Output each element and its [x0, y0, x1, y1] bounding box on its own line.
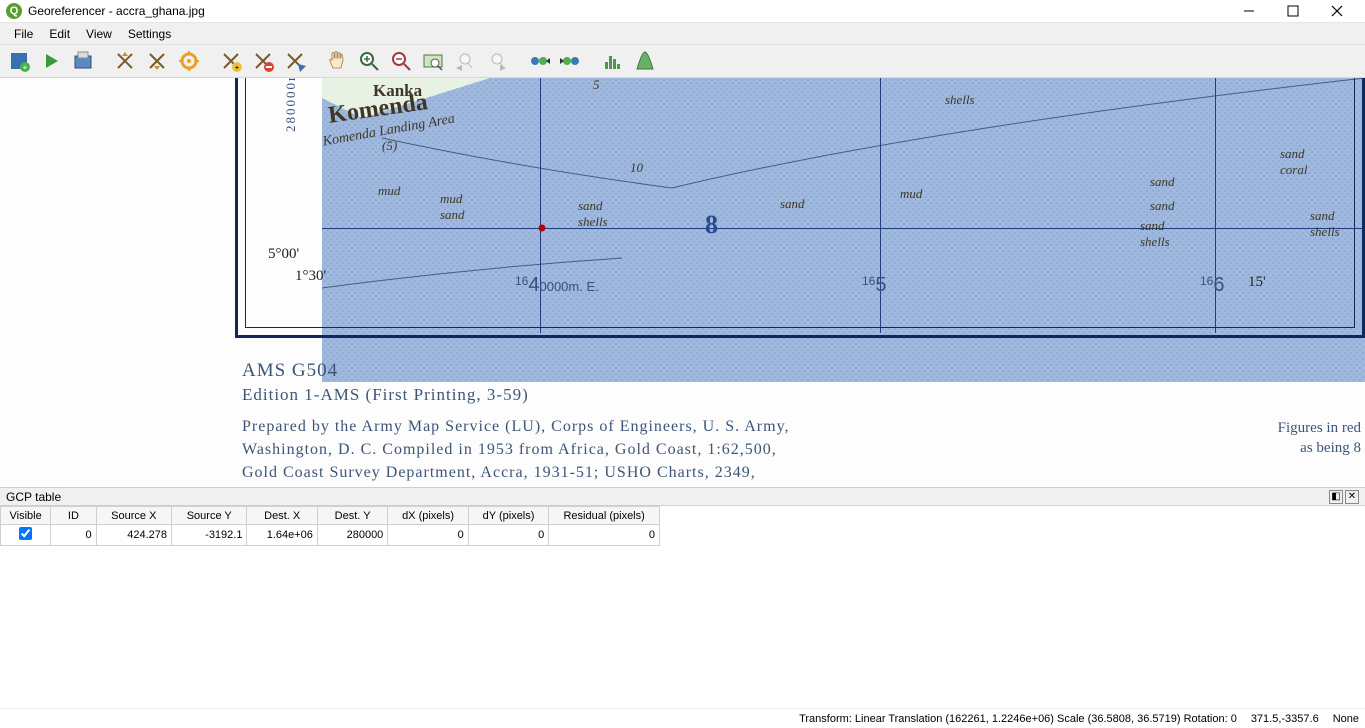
note-figures-red: Figures in red [1278, 420, 1361, 437]
full-histogram-button[interactable] [598, 46, 628, 76]
cell-srcx[interactable]: 424.278 [96, 525, 171, 546]
status-transform: Transform: Linear Translation (162261, 1… [799, 713, 1237, 725]
axis-166: 166 [1200, 274, 1224, 297]
axis-280000n: 280000m. N. [283, 78, 299, 132]
qgis-icon: Q [6, 3, 22, 19]
cell-visible[interactable] [1, 525, 51, 546]
label-depth5: 5 [593, 78, 600, 93]
add-point-button[interactable]: + [216, 46, 246, 76]
axis-164e: 1640000m. E. [515, 274, 599, 297]
label-sand-shells3: sand shells [1310, 208, 1340, 240]
map-canvas[interactable]: Kanka Komenda Komenda Landing Area (5) m… [0, 78, 1365, 488]
pan-button[interactable] [322, 46, 352, 76]
note-being-8: as being 8 [1300, 440, 1361, 457]
col-desty[interactable]: Dest. Y [317, 507, 387, 525]
generate-script-button[interactable] [68, 46, 98, 76]
label-sand3: sand [1150, 198, 1175, 214]
load-gcp-button[interactable] [110, 46, 140, 76]
col-srcx[interactable]: Source X [96, 507, 171, 525]
zoom-in-button[interactable] [354, 46, 384, 76]
label-mud-sand: mud sand [440, 191, 465, 223]
sheet-id: AMS G504 [242, 360, 338, 382]
zoom-to-layer-button[interactable] [418, 46, 448, 76]
window-title: Georeferencer - accra_ghana.jpg [28, 4, 205, 18]
panel-close-button[interactable]: ✕ [1345, 490, 1359, 504]
credit-line-3: Gold Coast Survey Department, Accra, 193… [242, 464, 756, 482]
start-georef-button[interactable] [36, 46, 66, 76]
label-mud2: mud [900, 186, 922, 202]
cell-desty[interactable]: 280000 [317, 525, 387, 546]
cell-srcy[interactable]: -3192.1 [172, 525, 247, 546]
col-dx[interactable]: dX (pixels) [388, 507, 468, 525]
visible-checkbox[interactable] [19, 527, 32, 540]
col-residual[interactable]: Residual (pixels) [549, 507, 660, 525]
cell-destx[interactable]: 1.64e+06 [247, 525, 317, 546]
menubar: File Edit View Settings [0, 22, 1365, 44]
label-five: (5) [382, 138, 397, 154]
label-sand-coral: sand coral [1280, 146, 1307, 178]
save-gcp-button[interactable] [142, 46, 172, 76]
cell-res[interactable]: 0 [549, 525, 660, 546]
menu-edit[interactable]: Edit [41, 23, 78, 44]
status-none: None [1333, 713, 1359, 725]
axis-15min: 15' [1248, 274, 1266, 291]
col-dy[interactable]: dY (pixels) [468, 507, 548, 525]
statusbar: Transform: Linear Translation (162261, 1… [0, 708, 1365, 728]
label-sand-shells2: sand shells [1140, 218, 1170, 250]
credit-line-2: Washington, D. C. Compiled in 1953 from … [242, 441, 777, 459]
col-destx[interactable]: Dest. X [247, 507, 317, 525]
svg-text:+: + [235, 63, 240, 72]
titlebar: Q Georeferencer - accra_ghana.jpg [0, 0, 1365, 22]
menu-view[interactable]: View [78, 23, 120, 44]
open-raster-button[interactable]: + [4, 46, 34, 76]
label-depth10: 10 [630, 160, 643, 176]
label-big-8: 8 [705, 210, 718, 240]
delete-point-button[interactable] [248, 46, 278, 76]
label-mud: mud [378, 183, 400, 199]
cell-dx[interactable]: 0 [388, 525, 468, 546]
gcp-panel-label: GCP table [6, 490, 61, 504]
table-row[interactable]: 0 424.278 -3192.1 1.64e+06 280000 0 0 0 [1, 525, 660, 546]
link-qgis-to-georef-button[interactable] [556, 46, 586, 76]
credit-line-1: Prepared by the Army Map Service (LU), C… [242, 418, 790, 436]
menu-settings[interactable]: Settings [120, 23, 179, 44]
close-button[interactable] [1315, 0, 1359, 22]
toolbar: + + [0, 44, 1365, 78]
zoom-out-button[interactable] [386, 46, 416, 76]
local-histogram-button[interactable] [630, 46, 660, 76]
transformation-settings-button[interactable] [174, 46, 204, 76]
panel-float-button[interactable]: ◧ [1329, 490, 1343, 504]
menu-file[interactable]: File [6, 23, 41, 44]
status-coord: 371.5,-3357.6 [1251, 713, 1319, 725]
edition-line: Edition 1-AMS (First Printing, 3-59) [242, 385, 529, 405]
col-id[interactable]: ID [51, 507, 96, 525]
move-point-button[interactable] [280, 46, 310, 76]
col-srcy[interactable]: Source Y [172, 507, 247, 525]
label-sand2: sand [1150, 174, 1175, 190]
axis-lat-5: 5°00' [268, 246, 299, 263]
maximize-button[interactable] [1271, 0, 1315, 22]
minimize-button[interactable] [1227, 0, 1271, 22]
axis-lon-130: 1°30' [295, 268, 326, 285]
gcp-table: Visible ID Source X Source Y Dest. X Des… [0, 506, 660, 546]
axis-165: 165 [862, 274, 886, 297]
cell-id[interactable]: 0 [51, 525, 96, 546]
zoom-next-button[interactable] [482, 46, 512, 76]
label-sand-shells: sand shells [578, 198, 608, 230]
gcp-table-area[interactable]: Visible ID Source X Source Y Dest. X Des… [0, 506, 1365, 701]
col-visible[interactable]: Visible [1, 507, 51, 525]
zoom-last-button[interactable] [450, 46, 480, 76]
gcp-panel-title: GCP table ◧ ✕ [0, 488, 1365, 506]
label-sand: sand [780, 196, 805, 212]
gcp-header-row: Visible ID Source X Source Y Dest. X Des… [1, 507, 660, 525]
svg-text:+: + [23, 63, 28, 72]
cell-dy[interactable]: 0 [468, 525, 548, 546]
link-georef-to-qgis-button[interactable] [524, 46, 554, 76]
label-shells: shells [945, 92, 975, 108]
